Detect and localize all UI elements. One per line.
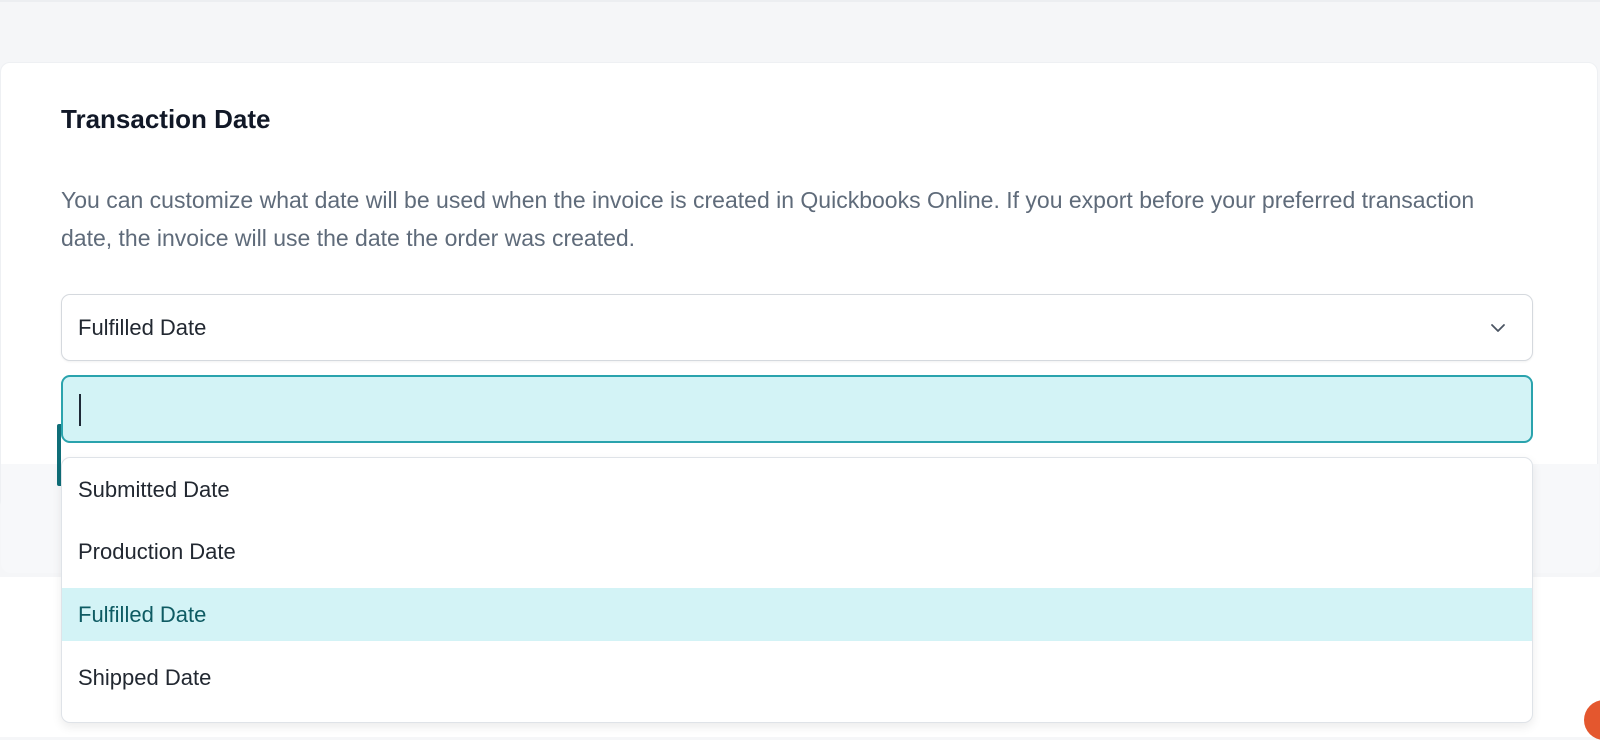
option-search-field[interactable] (61, 375, 1533, 443)
section-description: You can customize what date will be used… (61, 187, 1475, 251)
chevron-down-icon (1491, 324, 1505, 332)
option-label: Shipped Date (78, 665, 212, 690)
option-production-date[interactable]: Production Date (62, 525, 1532, 578)
option-label: Fulfilled Date (78, 602, 207, 627)
text-cursor (79, 394, 81, 426)
option-fulfilled-date[interactable]: Fulfilled Date (62, 588, 1532, 641)
option-label: Production Date (78, 539, 236, 564)
transaction-date-select[interactable]: Fulfilled Date (61, 294, 1533, 361)
options-dropdown: Submitted Date Production Date Fulfilled… (61, 457, 1533, 723)
option-shipped-date[interactable]: Shipped Date (62, 651, 1532, 704)
section-title: Transaction Date (61, 104, 271, 134)
top-divider (0, 0, 1600, 2)
option-search-input[interactable] (77, 391, 1497, 427)
select-value: Fulfilled Date (78, 315, 207, 340)
option-submitted-date[interactable]: Submitted Date (62, 463, 1532, 516)
option-label: Submitted Date (78, 477, 230, 502)
